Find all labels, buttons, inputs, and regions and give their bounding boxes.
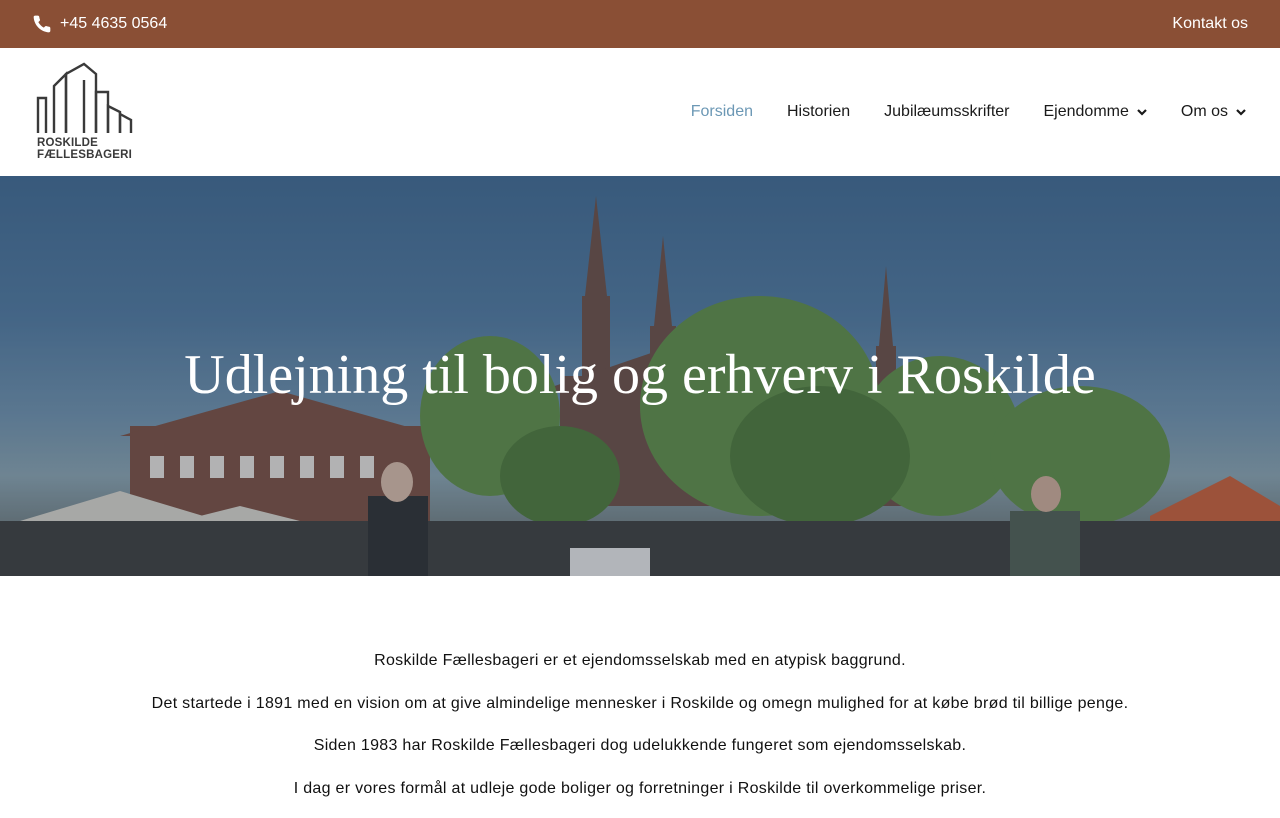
logo-buildings-icon [36,62,133,133]
nav-item-label: Om os [1180,103,1228,120]
top-bar: +45 4635 0564 Kontakt os [0,0,1280,48]
phone-link[interactable]: +45 4635 0564 [32,12,167,36]
chevron-down-icon [1236,109,1246,116]
site-logo[interactable]: ROSKILDE FÆLLESBAGERI [36,62,136,164]
nav-item-jubilaeumsskrifter[interactable]: Jubilæumsskrifter [884,103,1009,121]
nav-item-historien[interactable]: Historien [787,103,850,121]
hero-title: Udlejning til bolig og erhverv i Roskild… [184,344,1096,406]
nav-item-label: Ejendomme [1043,103,1129,120]
phone-icon [33,15,51,33]
nav-item-label: Jubilæumsskrifter [884,103,1010,120]
nav-item-forsiden[interactable]: Forsiden [691,103,753,121]
intro-paragraph: I dag er vores formål at udleje gode bol… [293,779,987,797]
chevron-down-icon [1137,109,1147,116]
nav-item-ejendomme[interactable]: Ejendomme [1044,103,1147,121]
intro-paragraph: Det startede i 1891 med en vision om at … [151,694,1129,712]
intro-paragraph: Roskilde Fællesbageri er et ejendomssels… [374,652,906,669]
nav-item-om-os[interactable]: Om os [1181,103,1246,121]
site-header: ROSKILDE FÆLLESBAGERI Forsiden Historien… [0,48,1280,176]
phone-number: +45 4635 0564 [60,15,168,32]
main-nav: Forsiden Historien Jubilæumsskrifter Eje… [691,100,1246,124]
logo-text-line2: FÆLLESBAGERI [37,149,133,161]
nav-item-label: Historien [787,103,851,120]
hero-banner: Udlejning til bolig og erhverv i Roskild… [0,176,1280,576]
intro-paragraph: Siden 1983 har Roskilde Fællesbageri dog… [313,737,967,754]
contact-link[interactable]: Kontakt os [1172,12,1248,36]
nav-item-label: Forsiden [690,103,753,120]
logo-text-line1: ROSKILDE [37,137,99,149]
intro-section: Roskilde Fællesbageri er et ejendomssels… [0,648,1280,818]
